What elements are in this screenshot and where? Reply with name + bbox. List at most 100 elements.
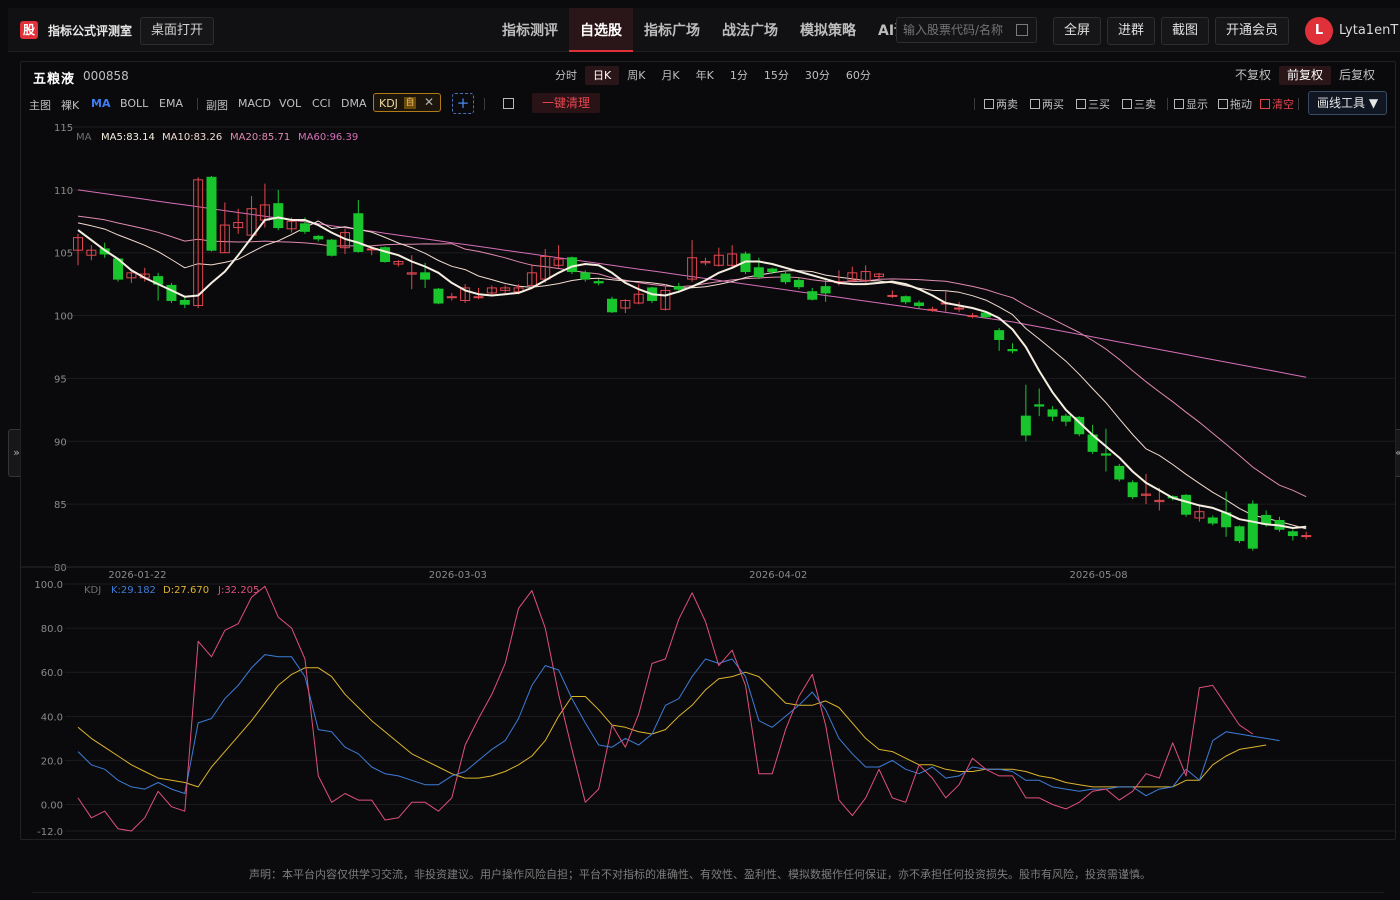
close-icon[interactable]: ✕ <box>424 95 434 109</box>
period-tab[interactable]: 15分 <box>756 66 797 85</box>
tool-toggle[interactable]: 三买 <box>1076 96 1110 112</box>
join-group-button[interactable]: 进群 <box>1107 17 1156 45</box>
search-input[interactable] <box>903 21 1013 39</box>
y-tick-label: 95 <box>54 374 67 385</box>
period-tab[interactable]: 1分 <box>722 66 756 85</box>
period-tab[interactable]: 年K <box>688 66 722 85</box>
candle-body <box>914 302 925 307</box>
tool-label: 清空 <box>1272 98 1294 111</box>
candle-body <box>1034 404 1045 407</box>
candle-body <box>1020 415 1031 436</box>
stock-name: 五粮液 <box>33 72 76 87</box>
kdj-tag[interactable]: KDJ 自 ✕ <box>373 93 441 112</box>
candle-body <box>793 279 804 288</box>
period-tab[interactable]: 周K <box>619 66 653 85</box>
ma60-line <box>77 189 1307 378</box>
y-tick-label: 40.0 <box>41 712 63 723</box>
period-tab[interactable]: 月K <box>653 66 687 85</box>
period-tab[interactable]: 30分 <box>797 66 838 85</box>
candle-body <box>473 296 484 299</box>
macd-option[interactable]: MACD <box>238 97 271 110</box>
candle-body <box>1127 482 1138 498</box>
clear-search-icon[interactable] <box>1016 24 1028 36</box>
adjust-selector: 不复权 前复权 后复权 <box>1227 66 1383 85</box>
ema-option[interactable]: EMA <box>159 97 183 110</box>
boll-option[interactable]: BOLL <box>120 97 148 110</box>
candle-body <box>1047 409 1058 417</box>
nav-tab[interactable]: 指标测评 <box>491 8 569 52</box>
y-tick-label: 85 <box>54 500 67 511</box>
tool-toggle[interactable]: 清空 <box>1260 96 1294 112</box>
y-tick-label: 110 <box>54 186 73 197</box>
candle-body <box>1301 535 1312 538</box>
fullscreen-button[interactable]: 全屏 <box>1053 17 1102 45</box>
kdj-k-line <box>77 654 1280 797</box>
x-tick-label: 2026-01-22 <box>108 570 166 581</box>
y-tick-label: 100 <box>54 312 73 323</box>
y-tick-label: 115 <box>54 123 73 134</box>
desktop-open-button[interactable]: 桌面打开 <box>140 17 215 45</box>
stock-search[interactable] <box>896 17 1037 43</box>
drawing-tools-button[interactable]: 画线工具 ▼ <box>1308 91 1388 115</box>
nav-tab[interactable]: 战法广场 <box>711 8 789 52</box>
period-tab[interactable]: 日K <box>585 66 620 85</box>
ma-option[interactable]: MA <box>91 97 110 110</box>
candle-body <box>1234 526 1245 542</box>
kdj-legend-item: D:27.670 <box>163 585 209 596</box>
tool-toggle[interactable]: 两卖 <box>984 96 1018 112</box>
ma-legend-item: MA60:96.39 <box>298 132 358 143</box>
disclaimer: 声明：本平台内容仅供学习交流，非投资建议。用户操作风险自担；平台不对指标的准确性… <box>249 868 1151 881</box>
kdj-tag-label: KDJ <box>379 97 398 110</box>
adjust-tab[interactable]: 前复权 <box>1278 66 1331 85</box>
period-tab[interactable]: 分时 <box>547 66 585 85</box>
candle-body <box>593 281 604 284</box>
y-tick-label: 20.0 <box>41 756 63 767</box>
tool-label: 三买 <box>1088 98 1110 111</box>
adjust-tab[interactable]: 不复权 <box>1227 66 1279 85</box>
username[interactable]: Lyta1enT <box>1339 23 1398 38</box>
candle-body <box>927 308 938 311</box>
tool-toggle[interactable]: 三卖 <box>1122 96 1156 112</box>
vol-option[interactable]: VOL <box>279 97 301 110</box>
y-tick-label: -12.0 <box>37 827 63 837</box>
bare-k-option[interactable]: 裸K <box>61 97 79 113</box>
membership-button[interactable]: 开通会员 <box>1215 17 1290 45</box>
clear-all-button[interactable]: 一键清理 <box>532 93 601 113</box>
adjust-tab[interactable]: 后复权 <box>1331 66 1383 85</box>
toggle-checkbox-icon[interactable] <box>503 98 514 109</box>
y-tick-label: 80 <box>54 563 67 574</box>
kdj-d-line <box>77 667 1267 788</box>
avatar[interactable]: L <box>1305 17 1333 45</box>
candle-body <box>313 235 324 240</box>
y-tick-label: 0.00 <box>41 801 63 812</box>
candle-body <box>433 288 444 304</box>
candle-body <box>1287 531 1298 537</box>
nav-tab[interactable]: 指标广场 <box>633 8 711 52</box>
tool-label: 三卖 <box>1134 98 1156 111</box>
chart-canvas[interactable]: 115 110 105 100 95 90 85 80 2026-01-22 2026-03-03… <box>21 117 1395 837</box>
divider <box>197 98 198 110</box>
tool-label: 显示 <box>1186 98 1208 111</box>
dma-option[interactable]: DMA <box>341 97 367 110</box>
ma-legend-item: MA10:83.26 <box>162 132 222 143</box>
cci-option[interactable]: CCI <box>312 97 331 110</box>
indicator-bar: 主图 裸K MA BOLL EMA 副图 MACD VOL CCI DMA KD… <box>21 91 1395 116</box>
add-indicator-button[interactable]: + <box>452 93 474 114</box>
period-tab[interactable]: 60分 <box>838 66 879 85</box>
sub-chart-label: 副图 <box>206 99 228 112</box>
candle-body <box>807 291 818 300</box>
stock-code: 000858 <box>83 69 129 83</box>
y-tick-label: 90 <box>54 437 67 448</box>
tool-toggle[interactable]: 拖动 <box>1218 96 1252 112</box>
candle-body <box>1060 415 1071 422</box>
app-logo: 股 <box>20 21 38 39</box>
screenshot-button[interactable]: 截图 <box>1161 17 1210 45</box>
tool-toggle[interactable]: 两买 <box>1030 96 1064 112</box>
nav-tab[interactable]: 自选股 <box>569 8 633 52</box>
candle-body <box>446 296 457 299</box>
divider <box>974 98 975 110</box>
nav-tab[interactable]: 模拟策略 <box>789 8 867 52</box>
kdj-j-line <box>77 585 1254 832</box>
candle-body <box>673 286 684 290</box>
tool-toggle[interactable]: 显示 <box>1174 96 1208 112</box>
